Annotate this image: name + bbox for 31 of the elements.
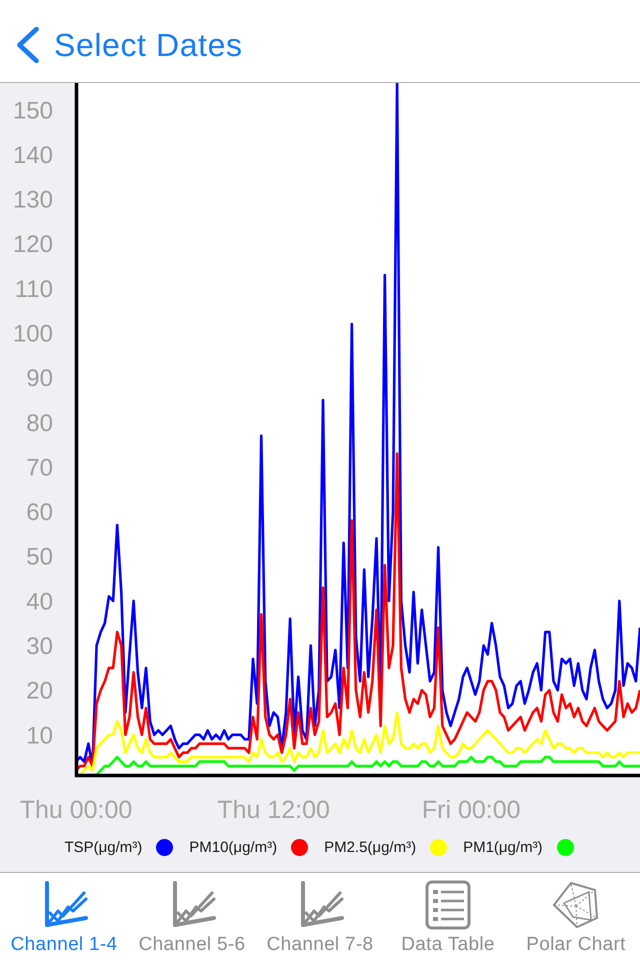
y-axis-label: 20 — [26, 678, 53, 705]
legend-label: TSP(μg/m³) — [64, 839, 142, 856]
back-button[interactable]: Select Dates — [16, 22, 245, 66]
y-axis-label: 10 — [26, 722, 53, 750]
legend-label: PM10(μg/m³) — [189, 839, 278, 856]
tab[interactable]: Polar Chart — [512, 873, 640, 960]
y-axis-label: 130 — [12, 186, 53, 214]
radar-chart-icon — [551, 880, 601, 930]
y-axis-label: 70 — [26, 454, 53, 482]
tab[interactable]: Channel 1-4 — [0, 873, 128, 960]
y-axis-label: 140 — [12, 142, 53, 169]
y-axis-label: 120 — [12, 231, 53, 258]
list-icon — [423, 880, 473, 930]
y-axis-label: 30 — [26, 633, 53, 660]
y-axis-label: 60 — [26, 499, 53, 526]
chevron-left-icon — [16, 27, 40, 63]
x-axis-label: Thu 12:00 — [217, 796, 330, 824]
x-axis-label: Thu 00:00 — [20, 796, 132, 824]
x-axis-label: Fri 00:00 — [422, 796, 521, 824]
y-axis-label: 100 — [12, 320, 53, 348]
y-axis-label: 80 — [26, 410, 53, 437]
y-axis-label: 90 — [26, 365, 53, 392]
y-axis-label: 110 — [14, 276, 53, 303]
y-axis-label: 40 — [26, 588, 53, 616]
tab[interactable]: Channel 7-8 — [256, 873, 384, 960]
legend-label: PM1(μg/m³) — [463, 839, 543, 856]
legend-label: PM2.5(μg/m³) — [324, 839, 416, 856]
tab[interactable]: Channel 5-6 — [128, 873, 256, 960]
tab[interactable]: Data Table — [384, 873, 512, 960]
y-axis-label: 150 — [12, 97, 53, 124]
y-axis-label: 50 — [26, 544, 53, 571]
